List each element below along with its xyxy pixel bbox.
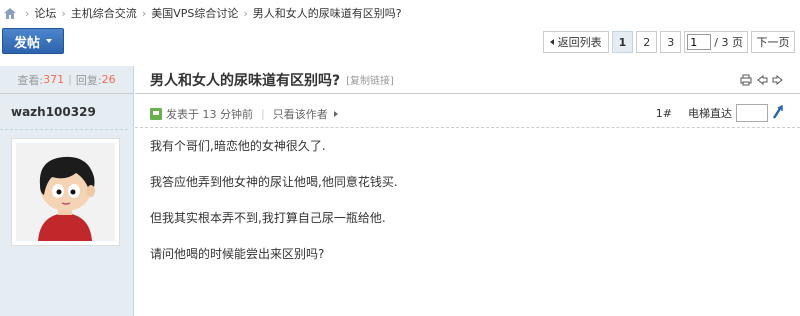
only-author-link[interactable]: 只看该作者 (273, 106, 328, 122)
post-paragraph: 我答应他弄到他女神的尿让他喝,他同意花钱买. (150, 175, 398, 189)
breadcrumb-separator: › (61, 6, 66, 20)
breadcrumb-forum[interactable]: 论坛 (34, 5, 56, 21)
print-icon[interactable] (740, 74, 752, 89)
thread-actions (740, 74, 784, 89)
home-icon[interactable] (4, 7, 16, 19)
breadcrumb-separator: › (243, 6, 248, 20)
author-sidebar: 查看: 371 | 回复: 26 wazh100329 (0, 66, 134, 316)
views-count: 371 (43, 73, 65, 86)
meta-divider: | (261, 107, 265, 120)
breadcrumb-separator: › (141, 6, 147, 20)
page-2-button[interactable]: 2 (636, 31, 658, 53)
breadcrumb-host-discussion[interactable]: 主机综合交流 (71, 5, 137, 21)
breadcrumb: › 论坛 › 主机综合交流 › 美国VPS综合讨论 › 男人和女人的尿味道有区别… (0, 0, 800, 26)
back-to-list-button[interactable]: 返回列表 (542, 31, 609, 53)
breadcrumb-us-vps[interactable]: 美国VPS综合讨论 (151, 5, 238, 21)
new-post-label: 发帖 (13, 35, 40, 51)
page-jump: / 3 页 (684, 31, 748, 53)
page-3-button[interactable]: 3 (660, 31, 682, 53)
thread-title: 男人和女人的尿味道有区别吗? (150, 72, 341, 89)
replies-label: 回复: (75, 73, 102, 87)
views-label: 查看: (17, 73, 44, 87)
avatar[interactable] (11, 138, 120, 246)
chevron-right-icon (333, 110, 338, 117)
stats-divider: | (68, 73, 72, 86)
back-to-list-label: 返回列表 (557, 36, 602, 49)
breadcrumb-separator: › (25, 6, 30, 20)
jump-arrow-icon[interactable] (772, 104, 784, 122)
page-1-button[interactable]: 1 (611, 31, 634, 53)
pagination: 返回列表 1 2 3 / 3 页 下一页 (542, 31, 795, 53)
posted-time: 发表于 13 分钟前 (166, 107, 253, 121)
toolbar: 发帖 返回列表 1 2 3 / 3 页 下一页 (0, 26, 800, 58)
replies-count: 26 (101, 73, 116, 86)
post-time-icon (150, 107, 162, 120)
post-meta: 发表于 13 分钟前 | 只看该作者 1# 电梯直达 (135, 100, 800, 128)
caret-down-icon (46, 39, 52, 43)
next-page-button[interactable]: 下一页 (751, 31, 795, 53)
thread-stats: 查看: 371 | 回复: 26 (0, 66, 133, 94)
copy-link[interactable]: [复制链接] (346, 72, 394, 87)
page-total: / 3 页 (714, 36, 743, 49)
new-post-button[interactable]: 发帖 (2, 28, 64, 54)
author-name[interactable]: wazh100329 (0, 94, 128, 130)
post-body: 我有个哥们,暗恋他的女神很久了. 我答应他弄到他女神的尿让他喝,他同意花钱买. … (150, 137, 770, 281)
floor-jump-input[interactable] (736, 104, 768, 122)
jump-label: 电梯直达 (688, 107, 732, 120)
prev-thread-icon[interactable] (756, 74, 768, 89)
floor-tools: 1# 电梯直达 (656, 104, 784, 122)
page-jump-input[interactable] (687, 34, 712, 50)
breadcrumb-current: 男人和女人的尿味道有区别吗? (252, 7, 402, 20)
post-paragraph: 但我其实根本弄不到,我打算自己尿一瓶给他. (150, 211, 386, 225)
thread-header: 男人和女人的尿味道有区别吗? [复制链接] (135, 66, 800, 94)
post-paragraph: 我有个哥们,暗恋他的女神很久了. (150, 139, 326, 153)
floor-number: 1# (655, 106, 672, 120)
back-arrow-icon (549, 39, 554, 45)
post-paragraph: 请问他喝的时候能尝出来区别吗? (150, 247, 325, 261)
avatar-image (16, 143, 115, 241)
next-thread-icon[interactable] (772, 74, 784, 89)
